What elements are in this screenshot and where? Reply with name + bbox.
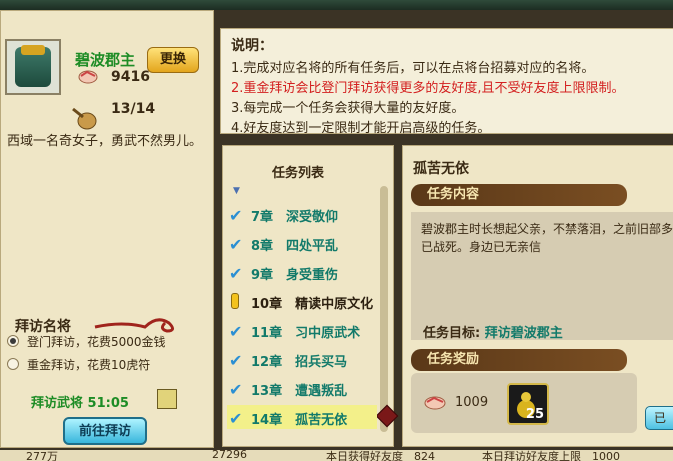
instruction-line: 4.好友度达到一定限制才能开启高级的任务。 <box>231 121 491 136</box>
visit-option-label-1[interactable]: 登门拜访，花费5000金钱 <box>27 333 166 350</box>
check-icon: ✔ <box>229 409 243 428</box>
task-label: 12章 招兵买马 <box>251 355 348 370</box>
top-bar <box>0 0 673 10</box>
lute-icon <box>72 107 97 130</box>
task-list-header: 任务列表 <box>271 166 324 181</box>
check-icon: ✔ <box>229 380 243 399</box>
check-icon: ✔ <box>229 351 243 370</box>
check-icon: ✔ <box>229 206 243 225</box>
exclamation-icon <box>231 293 239 309</box>
visit-option-radio-2[interactable] <box>7 358 19 370</box>
general-panel: 碧波郡主 更换 9416 13/14 西域一名奇女子，勇武不然男儿。 拜访名将 … <box>0 10 214 448</box>
instructions-heading: 说明： <box>231 38 273 54</box>
status-daily-friendship: 本日获得好友度 824 <box>326 450 435 461</box>
task-row[interactable]: ✔ 12章 招兵买马 <box>227 347 377 371</box>
instructions-panel: 说明： 1.完成对应名将的所有任务后，可以在点将台招募对应的名将。 2.重金拜访… <box>220 28 673 136</box>
task-content-box: 碧波郡主时长想起父亲，不禁落泪，之前旧部多已战死。身边已无亲信 <box>411 212 673 340</box>
reward-item-count: 25 <box>525 407 544 422</box>
scroll-up-icon[interactable]: ▼ <box>233 186 240 196</box>
task-content-text: 碧波郡主时长想起父亲，不禁落泪，之前旧部多已战死。身边已无亲信 <box>421 222 673 254</box>
task-row[interactable]: ✔ 8章 四处平乱 <box>227 231 377 255</box>
swap-button[interactable]: 更换 <box>147 47 199 73</box>
task-title: 孤苦无依 <box>413 161 469 177</box>
handshake-icon <box>424 396 446 410</box>
task-row[interactable]: ✔ 11章 习中原武术 <box>227 318 377 342</box>
task-content-ribbon: 任务内容 <box>411 184 627 206</box>
task-goal: 任务目标: 拜访碧波郡主 <box>423 322 563 341</box>
task-row-selected[interactable]: ✔ 14章 孤苦无依 <box>227 405 377 429</box>
check-icon: ✔ <box>229 264 243 283</box>
task-row[interactable]: ✔ 7章 深受敬仰 <box>227 202 377 226</box>
task-row[interactable]: ✔ 13章 遭遇叛乱 <box>227 376 377 400</box>
energy-value: 13/14 <box>111 101 156 117</box>
reward-friendship-value: 1009 <box>455 395 489 410</box>
status-daily-limit: 本日拜访好友度上限 1000 <box>482 450 620 461</box>
reward-box: 1009 25 <box>411 373 637 433</box>
go-visit-button[interactable]: 前往拜访 <box>63 417 147 445</box>
task-row[interactable]: 10章 精读中原文化 <box>227 289 377 313</box>
check-icon: ✔ <box>229 322 243 341</box>
crown-icon <box>21 45 45 55</box>
task-label: 14章 孤苦无依 <box>251 413 348 428</box>
instruction-line: 1.完成对应名将的所有任务后，可以在点将台招募对应的名将。 <box>231 61 595 76</box>
instruction-line: 2.重金拜访会比登门拜访获得更多的友好度,且不受好友度上限限制。 <box>231 81 625 96</box>
sound-icon[interactable] <box>157 389 177 409</box>
visit-timer: 拜访武将 51:05 <box>31 396 129 411</box>
task-reward-ribbon: 任务奖励 <box>411 349 627 371</box>
task-detail-panel: 孤苦无依 任务内容 碧波郡主时长想起父亲，不禁落泪，之前旧部多已战死。身边已无亲… <box>402 145 673 447</box>
instruction-line: 3.每完成一个任务会获得大量的友好度。 <box>231 101 465 116</box>
edge-button[interactable]: 已 <box>645 406 673 430</box>
task-label: 7章 深受敬仰 <box>251 210 339 225</box>
status-coins: 27296 <box>212 450 247 461</box>
task-goal-value[interactable]: 拜访碧波郡主 <box>485 326 563 341</box>
task-label: 11章 习中原武术 <box>251 326 361 341</box>
task-label: 13章 遭遇叛乱 <box>251 384 348 399</box>
check-icon: ✔ <box>229 235 243 254</box>
general-avatar[interactable] <box>5 39 61 95</box>
visit-option-label-2[interactable]: 重金拜访，花费10虎符 <box>27 356 150 373</box>
task-row[interactable]: ✔ 9章 身受重伤 <box>227 260 377 284</box>
handshake-icon <box>78 70 98 84</box>
status-gold: 277万 <box>26 450 58 461</box>
task-label: 10章 精读中原文化 <box>251 297 374 312</box>
task-list-panel: 任务列表 ▼ ✔ 7章 深受敬仰 ✔ 8章 四处平乱 ✔ 9章 身受重伤 10章… <box>222 145 399 447</box>
task-list-scrollbar[interactable] <box>380 186 388 432</box>
reward-item-slot[interactable]: 25 <box>507 383 549 425</box>
task-label: 8章 四处平乱 <box>251 239 339 254</box>
general-description: 西域一名奇女子，勇武不然男儿。 <box>7 134 203 149</box>
task-label: 9章 身受重伤 <box>251 268 339 283</box>
visit-option-radio-1[interactable] <box>7 335 19 347</box>
friendship-value: 9416 <box>111 69 150 85</box>
task-goal-label: 任务目标: <box>423 326 481 341</box>
status-bar: 277万 27296 本日获得好友度 824 本日拜访好友度上限 1000 <box>0 450 673 461</box>
